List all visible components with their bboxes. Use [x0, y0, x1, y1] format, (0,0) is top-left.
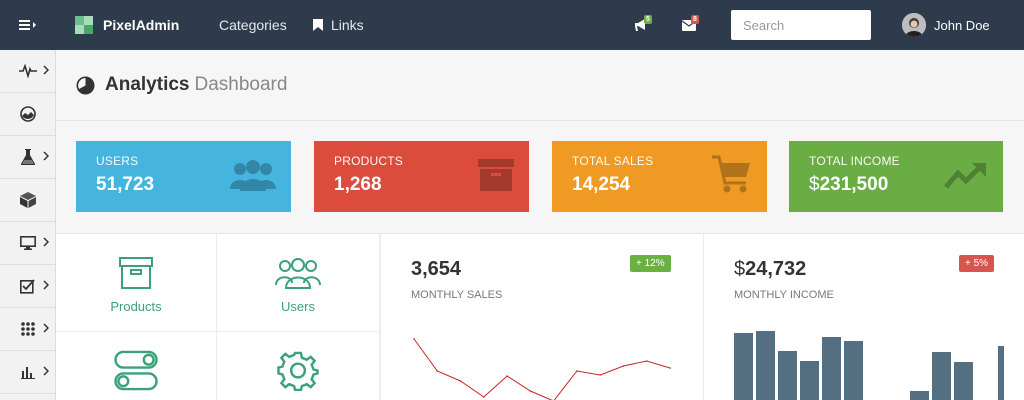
messages-button[interactable]: 8: [679, 15, 699, 35]
messages-badge: 8: [691, 15, 699, 24]
grid-icon: [20, 322, 35, 336]
income-bar-9: [932, 352, 951, 400]
sales-point-9: [622, 365, 625, 367]
cube-icon: [19, 192, 36, 208]
income-change-badge: + 5%: [959, 255, 995, 272]
monthly-sales-label: MONTHLY SALES: [411, 289, 503, 301]
monthly-income-panel: $24,732 MONTHLY INCOME + 5%: [703, 234, 1024, 400]
trend-up-icon: [944, 161, 988, 194]
bar-chart-icon: [20, 367, 35, 379]
chevron-right-icon: [43, 280, 49, 290]
users-icon: [230, 159, 276, 198]
nav-link-categories[interactable]: Categories: [219, 0, 287, 50]
income-bar-1: [756, 331, 775, 400]
monthly-income-bar-chart: [734, 331, 1004, 400]
monitor-icon: [19, 236, 36, 250]
chevron-right-icon: [43, 366, 49, 376]
chevron-right-icon: [43, 65, 49, 75]
monthly-income-value: $24,732: [734, 258, 807, 280]
chevron-right-icon: [43, 151, 49, 161]
monthly-sales-value: 3,654: [411, 258, 462, 280]
page-title: Analytics: [105, 74, 190, 95]
tile-products[interactable]: Products: [56, 234, 217, 332]
menu-toggle-button[interactable]: [0, 0, 56, 50]
sidebar-item-charts[interactable]: [0, 351, 55, 394]
sales-point-7: [576, 370, 578, 372]
sales-point-3: [483, 396, 485, 398]
monthly-sales-panel: 3,654 MONTHLY SALES + 12%: [380, 234, 703, 400]
nav-link-links[interactable]: Links: [313, 0, 364, 50]
cart-icon: [712, 155, 752, 200]
income-bar-0: [734, 333, 753, 400]
sales-point-10: [645, 360, 648, 362]
sidebar-item-forms[interactable]: [0, 265, 55, 308]
income-bar-5: [844, 341, 863, 400]
bookmark-icon: [313, 19, 323, 31]
stat-box-total-income[interactable]: TOTAL INCOME $231,500: [789, 141, 1003, 212]
avatar: [902, 13, 926, 37]
sales-series-line: [413, 338, 671, 400]
tile-settings-gear[interactable]: [217, 332, 380, 400]
hamburger-icon: [19, 20, 36, 30]
chevron-right-icon: [43, 323, 49, 333]
tile-label: Users: [281, 299, 315, 314]
nav-link-label: Categories: [219, 17, 287, 33]
sales-point-11: [669, 367, 671, 369]
flask-icon: [20, 149, 35, 165]
stat-box-total-sales[interactable]: TOTAL SALES 14,254: [552, 141, 767, 212]
sidebar: [0, 50, 56, 400]
tile-users[interactable]: Users: [217, 234, 380, 332]
gear-icon: [277, 351, 319, 391]
page-subtitle: Dashboard: [194, 74, 288, 95]
sales-point-4: [506, 375, 508, 377]
checkbox-icon: [20, 278, 35, 294]
income-bar-8: [910, 391, 929, 400]
toggles-icon: [114, 350, 158, 391]
stat-box-products[interactable]: PRODUCTS 1,268: [314, 141, 529, 212]
search-input[interactable]: [731, 10, 871, 40]
sidebar-item-activity[interactable]: [0, 50, 55, 93]
income-bar-12: [998, 346, 1004, 400]
user-menu[interactable]: John Doe: [902, 13, 990, 37]
top-navbar: PixelAdmin Categories Links 5 8 Search J…: [0, 0, 1024, 50]
sales-point-1: [436, 370, 439, 372]
sales-point-2: [459, 380, 462, 382]
archive-icon: [478, 159, 514, 196]
sidebar-item-apps[interactable]: [0, 308, 55, 351]
brand-logo-icon: [75, 16, 93, 34]
chevron-right-icon: [43, 237, 49, 247]
sidebar-item-objects[interactable]: [0, 179, 55, 222]
sales-point-8: [599, 374, 601, 376]
sales-change-badge: + 12%: [630, 255, 671, 272]
sidebar-item-dashboard[interactable]: [0, 93, 55, 136]
dashboard-bottom-section: Products Users 3,654 MONTHLY SALES + 12%…: [56, 233, 1024, 400]
page-header: Analytics Dashboard: [56, 50, 1024, 121]
sidebar-item-display[interactable]: [0, 222, 55, 265]
sales-point-0: [413, 338, 415, 340]
sidebar-item-lab[interactable]: [0, 136, 55, 179]
monthly-income-label: MONTHLY INCOME: [734, 289, 834, 301]
archive-icon: [119, 257, 153, 289]
nav-link-label: Links: [331, 17, 364, 33]
income-bar-4: [822, 337, 841, 400]
pie-chart-icon: [76, 76, 95, 95]
income-bar-2: [778, 351, 797, 400]
monthly-sales-line-chart: [413, 338, 671, 400]
sales-point-5: [529, 390, 532, 392]
dashboard-gauge-icon: [19, 106, 36, 122]
user-name: John Doe: [934, 17, 990, 33]
notifications-badge: 5: [644, 15, 652, 24]
tile-label: Products: [110, 299, 162, 314]
tile-settings-toggles[interactable]: [56, 332, 217, 400]
income-bar-3: [800, 361, 819, 400]
pulse-icon: [18, 64, 37, 78]
income-bar-10: [954, 362, 973, 400]
stat-box-users[interactable]: USERS 51,723: [76, 141, 291, 212]
brand-name: PixelAdmin: [103, 17, 180, 33]
notifications-button[interactable]: 5: [631, 15, 652, 35]
users-icon: [275, 258, 321, 289]
brand-link[interactable]: PixelAdmin: [75, 0, 179, 50]
